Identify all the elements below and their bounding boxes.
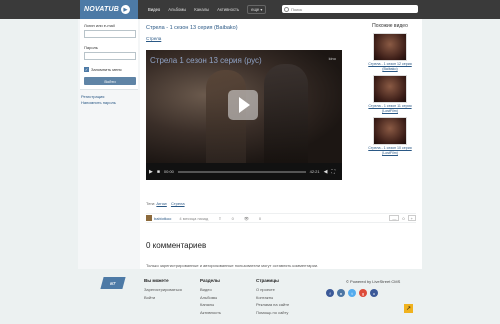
footer-link[interactable]: Реклама на сайте (256, 302, 289, 307)
copyright: © Powered by LiveStreet CMS (346, 279, 401, 284)
nav-item-channels[interactable]: Каналы (194, 7, 209, 12)
login-label: Логин или e-mail (84, 23, 115, 28)
footer-link[interactable]: Видео (200, 287, 221, 292)
footer-col-sections: Разделы Видео Альбомы Каналы Активность (200, 278, 221, 317)
remember-label: Запомнить меня (91, 67, 122, 72)
play-icon[interactable]: ▶ (149, 169, 153, 175)
similar-videos: Похожие видео Стрела - 1 сезон 12 серия … (362, 23, 418, 159)
auth-links: Регистрация Напомнить пароль (78, 90, 140, 110)
password-label: Пароль (84, 45, 98, 50)
video-thumbnail[interactable] (373, 117, 407, 145)
login-form: Логин или e-mail Пароль ✓ Запомнить меня… (80, 19, 138, 90)
search-input[interactable] (289, 6, 409, 12)
fullscreen-icon[interactable]: ⛶ (331, 169, 335, 175)
channel-watermark: kino (328, 56, 336, 61)
share-icon[interactable]: ⇪ (218, 216, 221, 221)
vote-down-button[interactable]: — (389, 215, 400, 221)
video-thumbnail[interactable] (373, 33, 407, 61)
seek-bar[interactable] (177, 170, 306, 173)
footer-col-title: Страницы (256, 278, 279, 283)
player-caption: Стрела 1 сезон 13 серия (рус) (150, 56, 262, 65)
logo-text: NOVATUB (84, 6, 119, 13)
comments-heading: 0 комментариев (146, 241, 207, 250)
rating-widget: — 0 + (389, 215, 416, 221)
views-count: 0 (258, 215, 262, 221)
vote-up-button[interactable]: + (407, 215, 416, 221)
similar-video-item[interactable]: Стрела - 1 сезон 11 серия (LostFilm) (362, 75, 418, 113)
stop-icon[interactable]: ■ (157, 169, 160, 175)
comments-note: Только зарегистрированные и авторизованн… (146, 263, 319, 268)
tags-label: Теги: (146, 201, 156, 206)
footer-col-title: Вы можете (144, 278, 169, 283)
volume-icon[interactable]: ◀ (324, 169, 328, 175)
footer-link[interactable]: Каналы (200, 302, 221, 307)
total-time: 42:21 (309, 169, 320, 174)
footer-link[interactable]: Войти (144, 295, 182, 300)
footer-link[interactable]: Контакты (256, 295, 289, 300)
login-field[interactable] (84, 30, 136, 38)
tag-link[interactable]: Стрела (171, 201, 185, 206)
video-thumbnail[interactable] (373, 75, 407, 103)
footer-link[interactable]: О проекте (256, 287, 289, 292)
logo-play-icon: ▶ (120, 5, 130, 14)
footer-link[interactable]: Альбомы (200, 295, 221, 300)
current-time: 00:00 (163, 169, 174, 174)
similar-video-link[interactable]: Стрела - 1 сезон 11 серия (LostFilm) (362, 104, 418, 113)
scene-figure (264, 64, 308, 163)
avatar[interactable] (146, 215, 152, 221)
sidebar: Логин или e-mail Пароль ✓ Запомнить меня… (78, 19, 140, 269)
tag-link[interactable]: Arrow (156, 201, 166, 206)
odnoklassniki-icon[interactable]: o (370, 289, 378, 297)
footer-col-pages: Страницы О проекте Контакты Реклама на с… (256, 278, 289, 317)
google-plus-icon[interactable]: g (359, 289, 367, 297)
tags-line: Теги: Arrow Стрела (146, 201, 188, 206)
forgot-password-link[interactable]: Напомнить пароль (81, 100, 137, 105)
added-date: 4 месяца назад (179, 215, 209, 221)
search-box (282, 5, 418, 13)
player-controls: ▶ ■ 00:00 42:21 ◀ ⛶ (146, 163, 342, 180)
similar-video-item[interactable]: Стрела - 1 сезон 12 серия (Baibako) (362, 33, 418, 71)
facebook-icon[interactable]: f (326, 289, 334, 297)
play-button[interactable] (228, 90, 258, 120)
footer-col-title: Разделы (200, 278, 220, 283)
series-link[interactable]: Стрела (146, 36, 161, 41)
nav-item-video[interactable]: Видео (148, 7, 160, 12)
footer: NT Вы можете Зарегистрироваться Войти Ра… (78, 269, 422, 324)
twitter-icon[interactable]: t (348, 289, 356, 297)
video-player[interactable]: Стрела 1 сезон 13 серия (рус) kino ▶ ■ 0… (146, 50, 342, 180)
top-navbar: NOVATUB ▶ Видео Альбомы Каналы Активност… (0, 0, 500, 19)
footer-col-account: Вы можете Зарегистрироваться Войти (144, 278, 182, 302)
footer-logo[interactable]: NT (100, 277, 126, 289)
password-field[interactable] (84, 52, 136, 60)
footer-link[interactable]: Помощь по сайту (256, 310, 289, 315)
similar-video-link[interactable]: Стрела - 1 сезон 10 серия (LostFilm) (362, 146, 418, 155)
play-icon (239, 97, 250, 113)
site-logo[interactable]: NOVATUB ▶ (80, 0, 138, 19)
more-dropdown[interactable]: еще ▾ (247, 5, 267, 14)
vk-icon[interactable]: в (337, 289, 345, 297)
similar-video-link[interactable]: Стрела - 1 сезон 12 серия (Baibako) (362, 62, 418, 71)
share-count: 0 (231, 215, 234, 221)
social-links: fвtgo (326, 289, 378, 297)
scroll-up-icon[interactable]: ↗ (404, 304, 413, 313)
similar-video-item[interactable]: Стрела - 1 сезон 10 серия (LostFilm) (362, 117, 418, 155)
footer-link[interactable]: Активность (200, 310, 221, 315)
footer-link[interactable]: Зарегистрироваться (144, 287, 182, 292)
remember-me[interactable]: ✓ Запомнить меня (84, 67, 134, 72)
uploader-link[interactable]: babiotkoo (154, 216, 171, 221)
similar-heading: Похожие видео (372, 23, 408, 29)
register-link[interactable]: Регистрация (81, 94, 137, 99)
views-icon: 👁 (243, 215, 249, 221)
video-info-bar: babiotkoo 4 месяца назад ⇪ 0 👁 0 — 0 + (146, 213, 416, 223)
main-nav: Видео Альбомы Каналы Активность еще ▾ (148, 0, 274, 19)
nav-item-activity[interactable]: Активность (217, 7, 239, 12)
video-title: Стрела - 1 сезон 13 серия (Baibako) (146, 25, 238, 31)
remember-checkbox[interactable]: ✓ (84, 67, 89, 72)
nav-item-albums[interactable]: Альбомы (168, 7, 186, 12)
login-button[interactable]: Войти (84, 77, 136, 85)
rating-value: 0 (402, 215, 405, 221)
